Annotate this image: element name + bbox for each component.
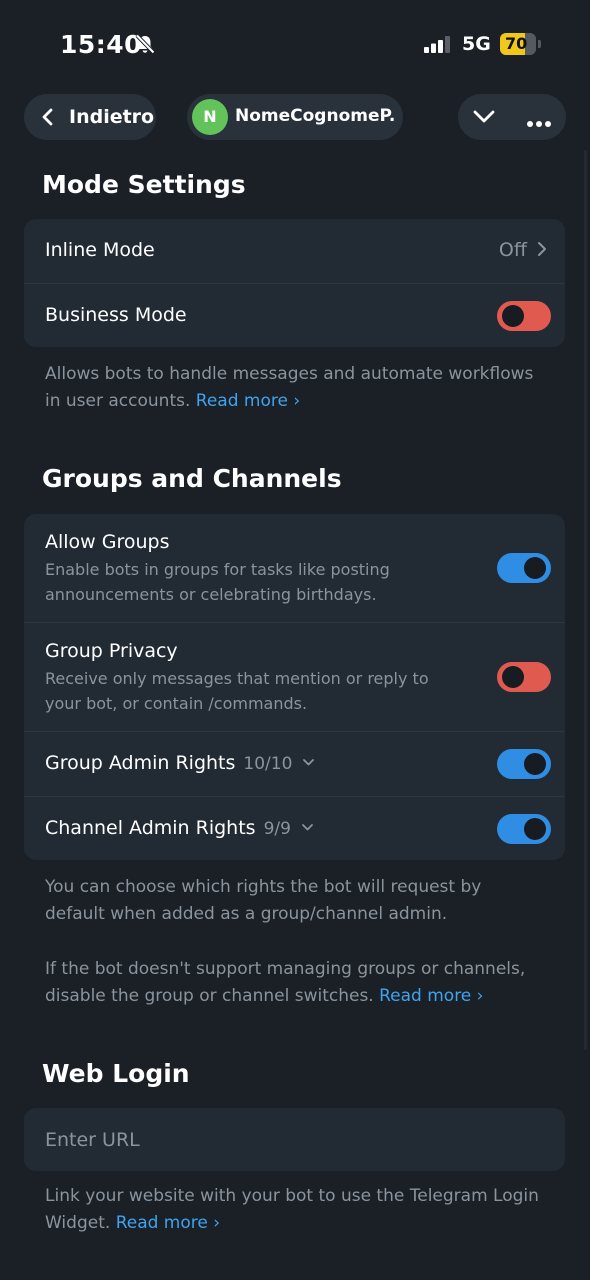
channel-admin-rights-label: Channel Admin Rights	[45, 817, 256, 839]
group-privacy-row: Group Privacy Receive only messages that…	[24, 622, 565, 731]
battery-tip	[538, 40, 541, 48]
inline-mode-value-text: Off	[498, 239, 527, 261]
groups-channels-card: Allow Groups Enable bots in groups for t…	[24, 514, 565, 860]
channel-admin-rights-toggle[interactable]	[497, 814, 551, 844]
battery-level: 70	[505, 34, 528, 53]
web-login-footnote: Link your website with your bot to use t…	[45, 1183, 545, 1237]
group-privacy-toggle[interactable]	[497, 662, 551, 692]
bot-name: NomeCognomeP...	[235, 106, 395, 126]
inline-mode-row[interactable]: Inline Mode Off	[24, 219, 565, 283]
section-title-mode-settings: Mode Settings	[42, 170, 246, 199]
inline-mode-value: Off	[499, 239, 547, 261]
section-title-web-login: Web Login	[42, 1059, 190, 1088]
channel-admin-rights-count: 9/9	[263, 819, 291, 839]
chevron-down-icon	[302, 824, 313, 831]
admin-rights-footnote: You can choose which rights the bot will…	[45, 877, 482, 924]
read-more-link[interactable]: Read more ›	[196, 391, 300, 411]
group-admin-rights-title: Group Admin Rights 10/10	[45, 752, 315, 774]
status-time: 15:40	[60, 30, 143, 59]
read-more-link[interactable]: Read more ›	[116, 1213, 220, 1233]
avatar: N	[192, 99, 228, 135]
bot-chip[interactable]: N NomeCognomeP...	[187, 94, 403, 140]
business-mode-row: Business Mode	[24, 283, 565, 347]
group-privacy-label: Group Privacy	[45, 640, 178, 662]
battery-icon: 70	[500, 33, 536, 55]
scrollbar[interactable]	[584, 150, 587, 1050]
group-admin-rights-count: 10/10	[243, 754, 293, 774]
status-bar: 15:40 5G 70	[0, 0, 590, 80]
channel-admin-rights-row[interactable]: Channel Admin Rights 9/9	[24, 796, 565, 860]
bell-muted-icon	[134, 33, 156, 59]
more-icon[interactable]	[526, 113, 552, 132]
group-admin-rights-toggle[interactable]	[497, 749, 551, 779]
section-title-groups-channels: Groups and Channels	[42, 464, 342, 493]
toggle-knob	[524, 753, 546, 775]
channel-admin-rights-title: Channel Admin Rights 9/9	[45, 817, 314, 839]
chevron-down-icon[interactable]	[472, 108, 496, 130]
toggle-knob	[524, 557, 546, 579]
business-mode-label: Business Mode	[45, 304, 187, 326]
inline-mode-label: Inline Mode	[45, 239, 155, 261]
group-privacy-description: Receive only messages that mention or re…	[45, 669, 429, 713]
toggle-knob	[502, 305, 524, 327]
allow-groups-row: Allow Groups Enable bots in groups for t…	[24, 514, 565, 622]
toggle-knob	[524, 818, 546, 840]
group-admin-rights-label: Group Admin Rights	[45, 752, 236, 774]
network-type: 5G	[462, 33, 491, 55]
chevron-left-icon	[40, 108, 54, 130]
back-label: Indietro	[69, 106, 155, 128]
groups-channels-footnote: If the bot doesn't support managing grou…	[45, 956, 545, 1010]
business-mode-toggle[interactable]	[497, 301, 551, 331]
allow-groups-toggle[interactable]	[497, 553, 551, 583]
back-button[interactable]: Indietro	[24, 94, 156, 140]
allow-groups-description: Enable bots in groups for tasks like pos…	[45, 560, 390, 604]
actions-pill	[458, 94, 566, 140]
url-input[interactable]	[24, 1108, 565, 1171]
toggle-knob	[502, 666, 524, 688]
chevron-right-icon	[538, 242, 546, 256]
read-more-link[interactable]: Read more ›	[379, 986, 483, 1006]
group-admin-rights-row[interactable]: Group Admin Rights 10/10	[24, 731, 565, 796]
chevron-down-icon	[303, 759, 315, 766]
mode-settings-footnote: Allows bots to handle messages and autom…	[45, 361, 545, 415]
allow-groups-label: Allow Groups	[45, 531, 170, 553]
mode-settings-card: Inline Mode Off Business Mode	[24, 219, 565, 347]
signal-icon	[424, 36, 452, 57]
